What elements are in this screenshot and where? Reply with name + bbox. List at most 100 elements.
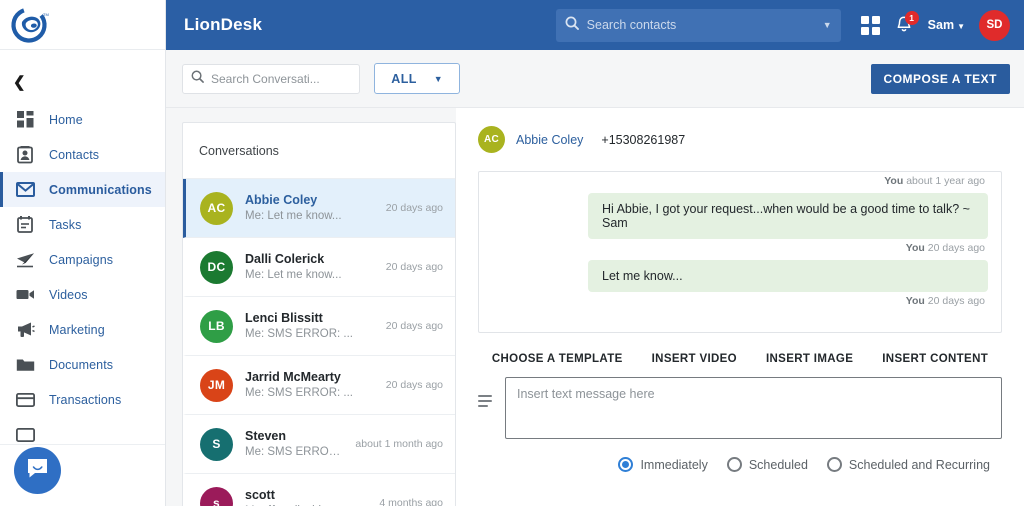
lion-logo-icon: TM bbox=[10, 5, 50, 45]
radio-immediately[interactable]: Immediately bbox=[618, 457, 708, 472]
conversation-list-header: Conversations bbox=[183, 123, 455, 179]
thread-contact-header: AC Abbie Coley +15308261987 bbox=[478, 126, 1002, 153]
conversation-text: Abbie Coley Me: Let me know... bbox=[245, 192, 374, 225]
sidebar-item-label: Transactions bbox=[49, 392, 122, 407]
contact-card-icon bbox=[15, 145, 35, 165]
message-bubble: Let me know... bbox=[588, 260, 988, 292]
choose-a-template-button[interactable]: CHOOSE A TEMPLATE bbox=[492, 353, 623, 365]
app-title: LionDesk bbox=[184, 15, 263, 34]
caret-down-icon[interactable]: ▼ bbox=[823, 20, 832, 30]
sidebar-item-label: Home bbox=[49, 112, 83, 127]
sidebar-item-label: Videos bbox=[49, 287, 88, 302]
message-meta: You about 1 year ago bbox=[884, 172, 988, 187]
conversation-text: Dalli Colerick Me: Let me know... bbox=[245, 251, 374, 284]
radio-selected-icon bbox=[618, 457, 634, 472]
caret-down-icon: ▼ bbox=[433, 73, 443, 84]
apps-grid-icon[interactable] bbox=[860, 15, 880, 35]
insert-content-button[interactable]: INSERT CONTENT bbox=[882, 353, 988, 365]
video-camera-icon bbox=[15, 285, 35, 305]
radio-unselected-icon bbox=[826, 457, 842, 472]
grid-dashboard-icon bbox=[15, 110, 35, 130]
sidebar-item-documents[interactable]: Documents bbox=[0, 347, 165, 382]
filter-all-dropdown[interactable]: ALL ▼ bbox=[374, 63, 460, 94]
sidebar-item-campaigns[interactable]: Campaigns bbox=[0, 242, 165, 277]
global-search-placeholder: Search contacts bbox=[586, 18, 677, 32]
user-avatar[interactable]: SD bbox=[979, 9, 1010, 41]
conversation-item-steven[interactable]: S Steven Me: SMS ERROR: ... about 1 mont… bbox=[183, 415, 455, 474]
conversation-time: 20 days ago bbox=[385, 320, 443, 332]
calendar-checklist-icon bbox=[15, 215, 35, 235]
message-time: 20 days ago bbox=[927, 295, 985, 307]
sidebar-item-home[interactable]: Home bbox=[0, 102, 165, 137]
insert-image-button[interactable]: INSERT IMAGE bbox=[766, 353, 853, 365]
conversation-text: scott Me: {{mediavideo ... bbox=[245, 487, 367, 506]
main-region: LionDesk Search contacts ▼ 1 Sam ▼ SD Se… bbox=[166, 0, 1024, 506]
conversation-text: Lenci Blissitt Me: SMS ERROR: ... bbox=[245, 310, 374, 343]
sidebar-collapse-button[interactable]: ❮ bbox=[0, 68, 165, 96]
conversation-item-jarrid-mcmearty[interactable]: JM Jarrid McMearty Me: SMS ERROR: ... 20… bbox=[183, 356, 455, 415]
caret-down-icon: ▼ bbox=[957, 22, 965, 31]
brand-logo[interactable]: TM bbox=[0, 0, 165, 50]
conversation-item-abbie-coley[interactable]: AC Abbie Coley Me: Let me know... 20 day… bbox=[183, 179, 455, 238]
global-search-input[interactable]: Search contacts ▼ bbox=[555, 8, 841, 42]
conversation-preview: Me: Let me know... bbox=[245, 210, 342, 223]
avatar: DC bbox=[200, 250, 233, 284]
thread-contact-phone: +15308261987 bbox=[601, 132, 686, 147]
sidebar-item-tasks[interactable]: Tasks bbox=[0, 207, 165, 242]
conversation-search-placeholder: Search Conversati... bbox=[211, 71, 320, 86]
folder-icon bbox=[15, 425, 35, 445]
avatar: LB bbox=[200, 309, 233, 343]
conversation-preview: Me: SMS ERROR: ... bbox=[245, 328, 353, 341]
message-time: about 1 year ago bbox=[906, 175, 985, 187]
folder-icon bbox=[15, 355, 35, 375]
support-chat-button[interactable] bbox=[14, 447, 61, 494]
message-author: You bbox=[905, 242, 925, 254]
sidebar-item-communications[interactable]: Communications bbox=[0, 172, 165, 207]
conversation-time: 20 days ago bbox=[385, 202, 443, 214]
user-menu[interactable]: Sam ▼ bbox=[928, 16, 965, 34]
search-icon bbox=[191, 70, 204, 88]
insert-video-button[interactable]: INSERT VIDEO bbox=[652, 353, 737, 365]
message-author: You bbox=[905, 295, 925, 307]
thread-contact-name[interactable]: Abbie Coley bbox=[516, 133, 583, 147]
conversation-search-input[interactable]: Search Conversati... bbox=[182, 63, 360, 94]
message-bubble: Hi Abbie, I got your request...when woul… bbox=[588, 193, 988, 239]
compose-a-text-button[interactable]: COMPOSE A TEXT bbox=[870, 63, 1010, 94]
conversation-time: about 1 month ago bbox=[355, 438, 443, 450]
sidebar-item-marketing[interactable]: Marketing bbox=[0, 312, 165, 347]
conversation-item-scott[interactable]: s scott Me: {{mediavideo ... 4 months ag… bbox=[183, 474, 455, 506]
conversation-name: Steven bbox=[245, 428, 286, 443]
sidebar-item-transactions[interactable]: Transactions bbox=[0, 382, 165, 417]
left-sidebar: TM ❮ Home Contacts Communications Tasks … bbox=[0, 0, 166, 506]
sidebar-item-videos[interactable]: Videos bbox=[0, 277, 165, 312]
radio-scheduled-and-recurring[interactable]: Scheduled and Recurring bbox=[826, 457, 990, 472]
conversation-time: 20 days ago bbox=[385, 379, 443, 391]
notifications-button[interactable]: 1 bbox=[894, 11, 919, 35]
sidebar-nav: Home Contacts Communications Tasks Campa… bbox=[0, 102, 165, 452]
conversation-name: scott bbox=[245, 487, 275, 502]
paper-plane-icon bbox=[15, 250, 35, 270]
conversation-item-lenci-blissitt[interactable]: LB Lenci Blissitt Me: SMS ERROR: ... 20 … bbox=[183, 297, 455, 356]
conversation-item-dalli-colerick[interactable]: DC Dalli Colerick Me: Let me know... 20 … bbox=[183, 238, 455, 297]
message-time: 20 days ago bbox=[927, 242, 985, 254]
chat-bubble-icon bbox=[25, 456, 50, 486]
app-root: TM ❮ Home Contacts Communications Tasks … bbox=[0, 0, 1024, 506]
conversation-preview: Me: SMS ERROR: ... bbox=[245, 446, 344, 459]
sidebar-item-label: Communications bbox=[49, 182, 152, 197]
avatar: AC bbox=[478, 126, 505, 153]
conversation-time: 4 months ago bbox=[379, 497, 443, 506]
avatar: S bbox=[200, 427, 233, 461]
hamburger-handle-icon[interactable] bbox=[478, 395, 492, 407]
filter-label: ALL bbox=[391, 71, 417, 86]
message-composer bbox=[478, 377, 1002, 439]
notification-badge: 1 bbox=[904, 11, 919, 25]
message-history[interactable]: You about 1 year ago Hi Abbie, I got you… bbox=[478, 171, 1002, 333]
sidebar-item-contacts[interactable]: Contacts bbox=[0, 137, 165, 172]
radio-label: Scheduled bbox=[748, 457, 808, 472]
envelope-icon bbox=[15, 180, 35, 200]
radio-scheduled[interactable]: Scheduled bbox=[726, 457, 808, 472]
conversation-list-card: Conversations AC Abbie Coley Me: Let me … bbox=[182, 122, 456, 506]
radio-label: Scheduled and Recurring bbox=[848, 457, 990, 472]
header-actions: 1 Sam ▼ SD bbox=[860, 9, 1010, 41]
message-textarea[interactable] bbox=[505, 377, 1002, 439]
